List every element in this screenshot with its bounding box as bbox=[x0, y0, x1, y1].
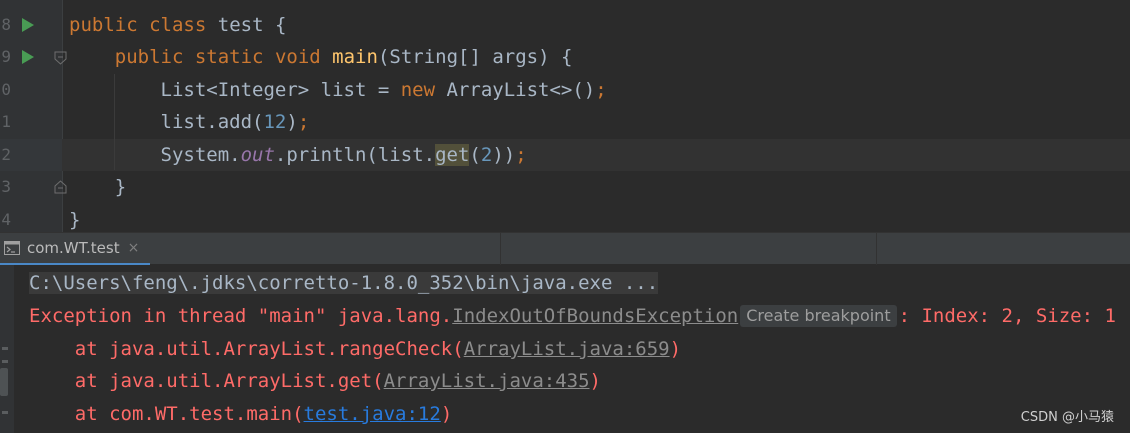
header-divider bbox=[500, 233, 501, 266]
run-tab[interactable]: com.WT.test × bbox=[0, 233, 150, 266]
line-number: 8 bbox=[1, 15, 11, 34]
code-line-13[interactable]: } bbox=[69, 171, 126, 203]
stack-trace-line: at com.WT.test.main(test.java:12) bbox=[29, 403, 453, 425]
console-icon bbox=[4, 241, 20, 255]
console-gutter bbox=[0, 265, 14, 433]
line-number: 4 bbox=[1, 210, 11, 229]
fold-end-icon[interactable] bbox=[54, 180, 67, 194]
close-icon[interactable]: × bbox=[128, 240, 140, 256]
run-main-icon[interactable] bbox=[22, 50, 34, 64]
gutter-separator bbox=[62, 0, 63, 232]
line-number: 1 bbox=[1, 112, 11, 131]
console-output[interactable]: C:\Users\feng\.jdks\corretto-1.8.0_352\b… bbox=[0, 265, 1130, 433]
line-number: 9 bbox=[1, 47, 11, 66]
watermark: CSDN @小马猿 bbox=[1020, 410, 1114, 425]
exception-class-link[interactable]: IndexOutOfBoundsException bbox=[452, 305, 738, 327]
header-divider bbox=[876, 233, 877, 266]
code-line-10[interactable]: List<Integer> list = new ArrayList<>(); bbox=[69, 74, 607, 106]
line-number: 0 bbox=[1, 80, 11, 99]
stack-frame-link[interactable]: ArrayList.java:659 bbox=[464, 338, 670, 360]
console-command-line: C:\Users\feng\.jdks\corretto-1.8.0_352\b… bbox=[29, 272, 659, 294]
console-scroll-thumb[interactable] bbox=[0, 368, 8, 396]
stack-frame-link[interactable]: ArrayList.java:435 bbox=[384, 370, 590, 392]
code-line-14[interactable]: } bbox=[69, 204, 80, 232]
run-toolwindow-header: com.WT.test × bbox=[0, 232, 1130, 266]
code-line-8[interactable]: public class test { bbox=[69, 9, 286, 41]
stack-frame-link[interactable]: test.java:12 bbox=[304, 403, 441, 425]
stack-trace-line: at java.util.ArrayList.rangeCheck(ArrayL… bbox=[29, 338, 682, 360]
stack-trace-line: at java.util.ArrayList.get(ArrayList.jav… bbox=[29, 370, 601, 392]
code-editor[interactable]: 8 9 0 1 2 3 4 public class test { public… bbox=[0, 0, 1130, 232]
create-breakpoint-button[interactable]: Create breakpoint bbox=[740, 305, 897, 327]
run-tab-label: com.WT.test bbox=[27, 239, 120, 257]
fold-collapse-icon[interactable] bbox=[54, 51, 67, 65]
console-exception-line: Exception in thread "main" java.lang.Ind… bbox=[29, 305, 1116, 327]
highlighted-get-call: get bbox=[435, 144, 470, 166]
code-line-9[interactable]: public static void main(String[] args) { bbox=[69, 41, 573, 73]
code-line-11[interactable]: list.add(12); bbox=[69, 106, 310, 138]
line-number: 2 bbox=[1, 145, 11, 164]
line-number: 3 bbox=[1, 177, 11, 196]
run-class-icon[interactable] bbox=[22, 18, 34, 32]
code-line-12[interactable]: System.out.println(list.get(2)); bbox=[69, 139, 527, 171]
